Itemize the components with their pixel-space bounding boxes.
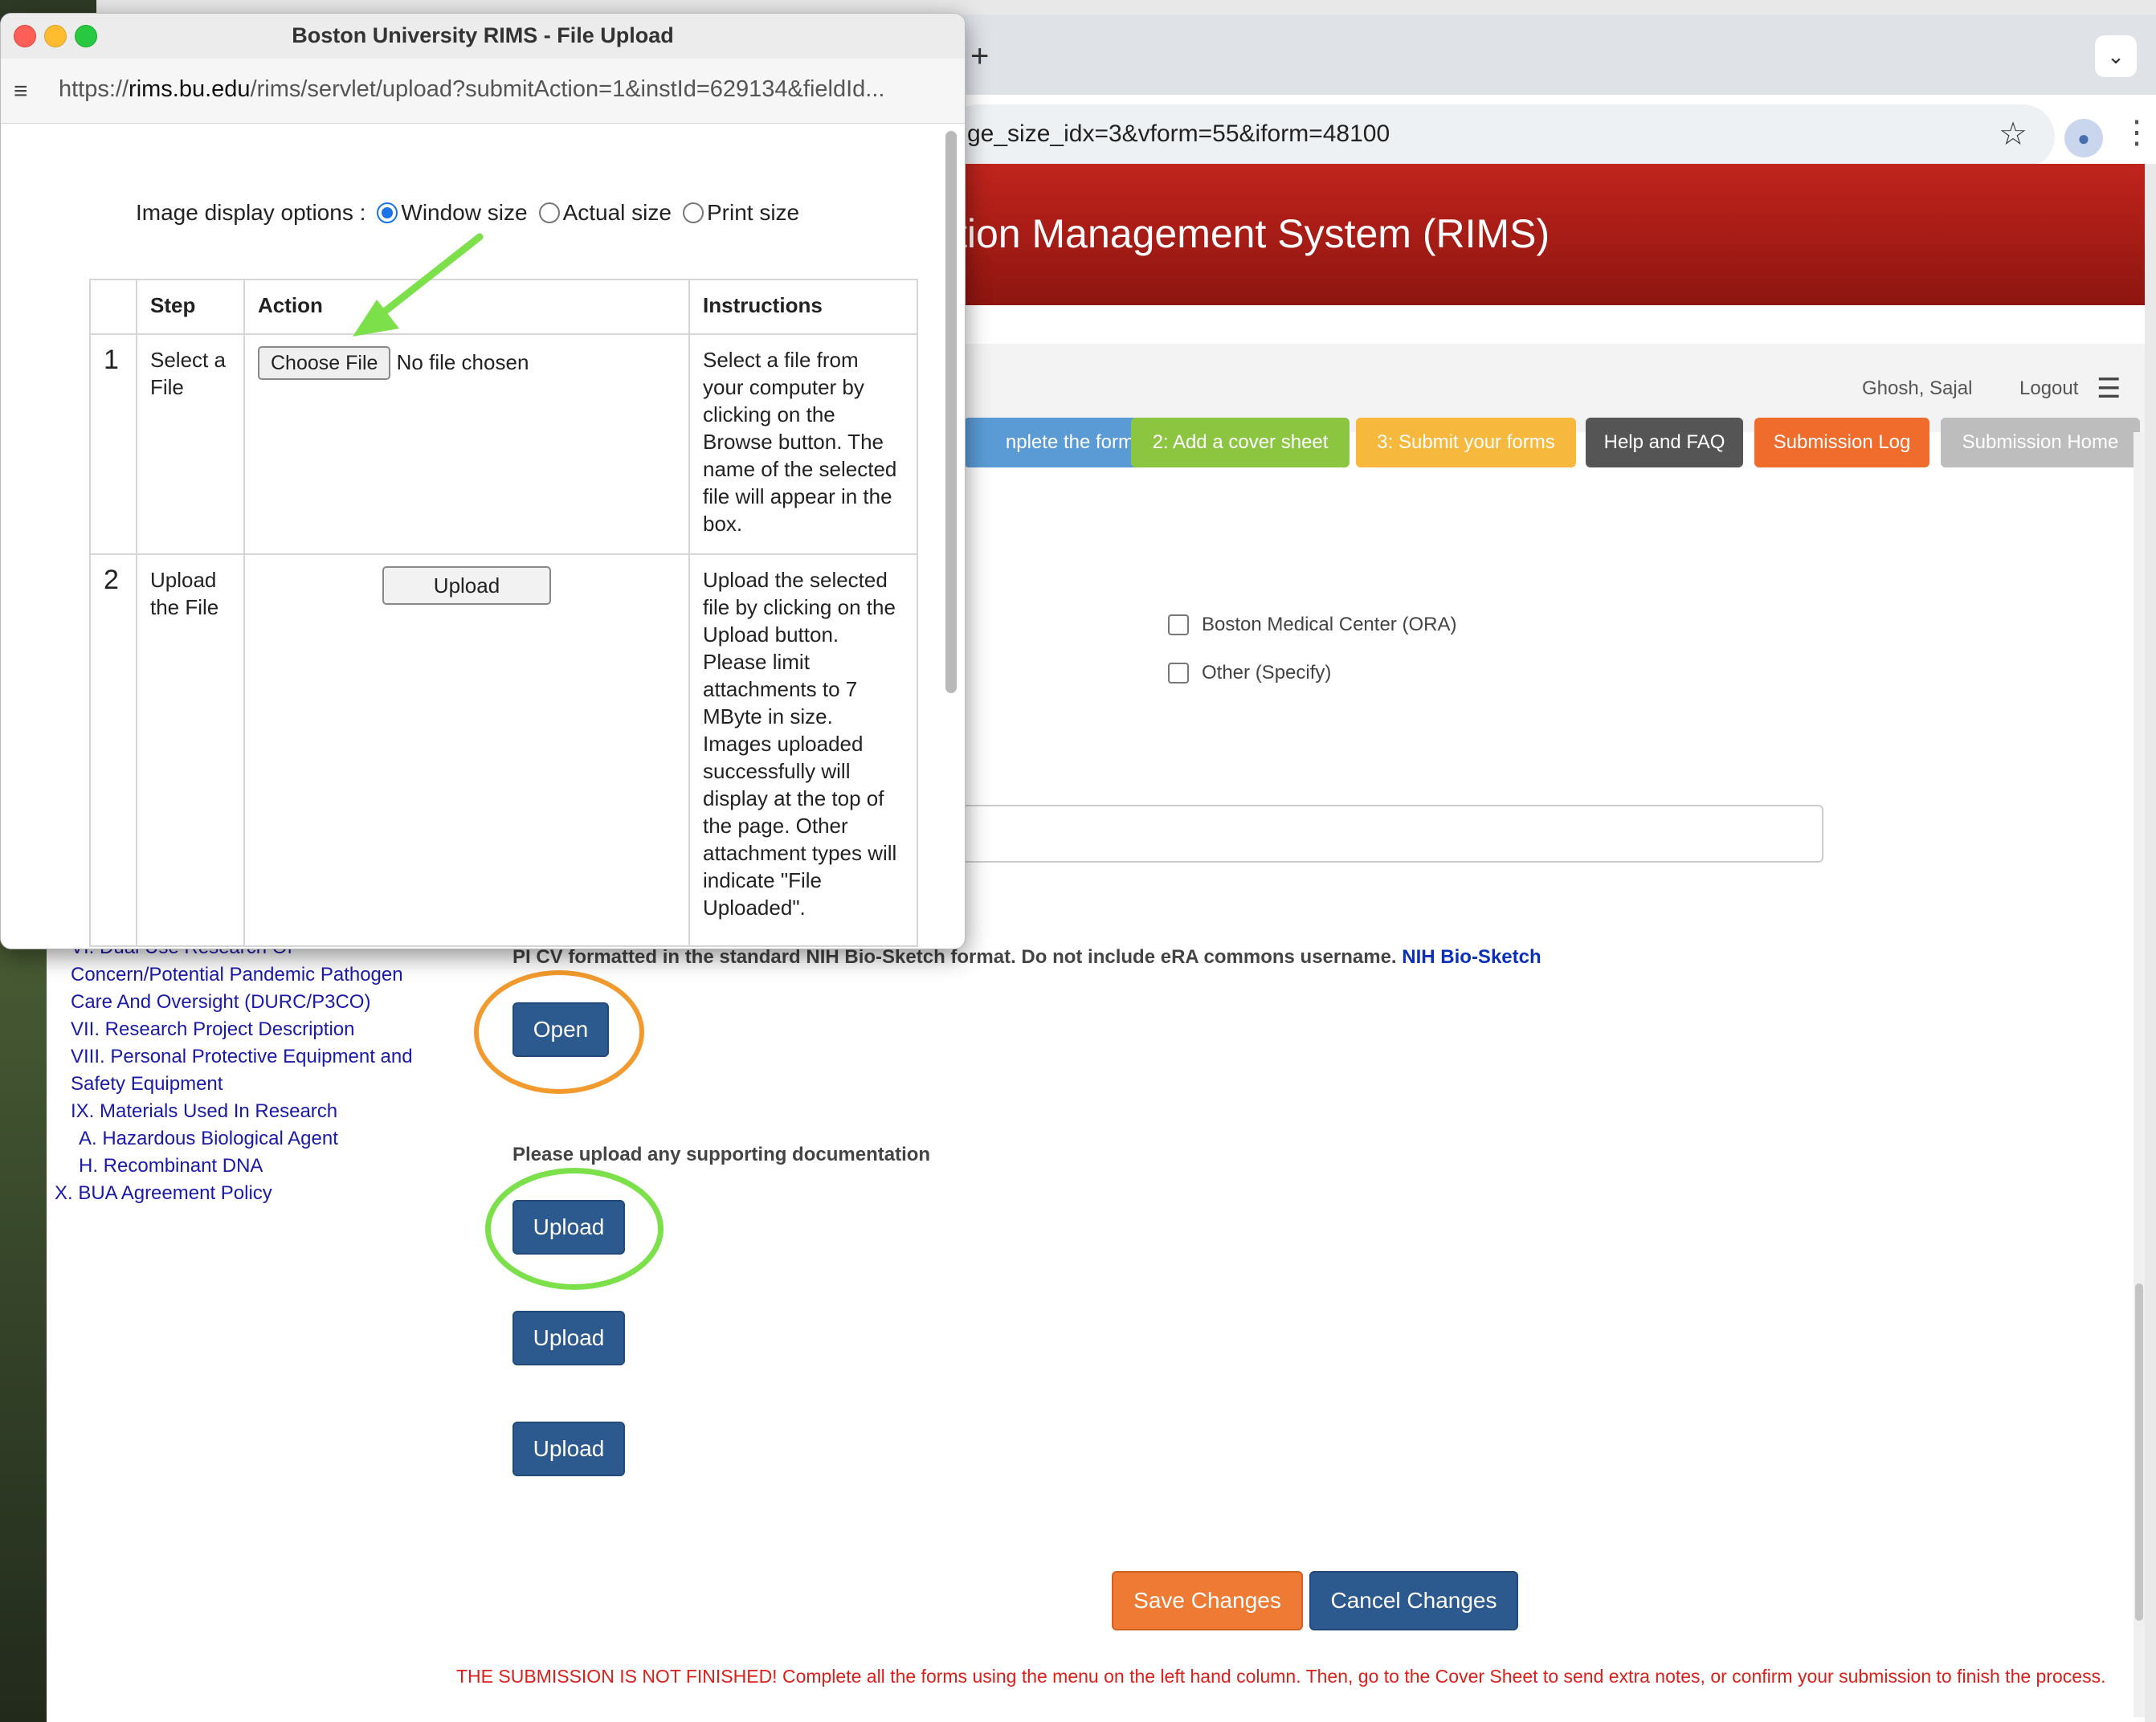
address-bar[interactable]: ge_size_idx=3&vform=55&iform=48100 ☆ (946, 104, 2055, 169)
cv-label: PI CV formatted in the standard NIH Bio-… (512, 946, 1541, 969)
checkbox-label: Other (Specify) (1202, 662, 1332, 683)
background-window-edge (2145, 164, 2156, 1722)
save-changes-button[interactable]: Save Changes (1112, 1571, 1303, 1630)
nav-button-3[interactable]: Help and FAQ (1586, 418, 1743, 467)
sidebar-link-research-project[interactable]: VII. Research Project Description (71, 1018, 354, 1041)
sidebar-link-ppe-2[interactable]: Safety Equipment (71, 1073, 223, 1096)
chevron-down-icon: ⌄ (2107, 43, 2125, 68)
new-tab-button[interactable]: + (970, 39, 989, 75)
sidebar-link-bua-agreement[interactable]: X. BUA Agreement Policy (55, 1182, 272, 1205)
browser-menu-icon[interactable]: ⋮ (2121, 114, 2153, 151)
upload-button-3[interactable]: Upload (512, 1422, 625, 1476)
bookmark-star-icon[interactable]: ☆ (1999, 116, 2027, 153)
sidebar-link-dual-use-3[interactable]: Care And Oversight (DURC/P3CO) (71, 991, 370, 1014)
nav-button-5[interactable]: Submission Home (1941, 418, 2140, 467)
nav-button-2[interactable]: 3: Submit your forms (1356, 418, 1576, 467)
nih-biosketch-link[interactable]: NIH Bio-Sketch (1402, 946, 1541, 968)
cancel-changes-button[interactable]: Cancel Changes (1309, 1571, 1518, 1630)
page-scrollbar-thumb[interactable] (2135, 1283, 2143, 1621)
address-bar-url: ge_size_idx=3&vform=55&iform=48100 (967, 120, 1390, 147)
sidebar-link-ppe[interactable]: VIII. Personal Protective Equipment and (71, 1046, 413, 1068)
file-upload-popup: Boston University RIMS - File Upload ≡ h… (0, 13, 966, 949)
nav-button-1[interactable]: 2: Add a cover sheet (1131, 418, 1350, 467)
checkbox-label: Boston Medical Center (ORA) (1202, 614, 1457, 635)
nav-button-4[interactable]: Submission Log (1754, 418, 1929, 467)
sidebar-link-dual-use-2[interactable]: Concern/Potential Pandemic Pathogen (71, 964, 403, 986)
submission-warning: THE SUBMISSION IS NOT FINISHED! Complete… (456, 1666, 2106, 1687)
open-button[interactable]: Open (512, 1002, 609, 1057)
checkbox-box[interactable] (1168, 663, 1189, 683)
tab-search-button[interactable]: ⌄ (2095, 35, 2137, 77)
sidebar-link-hazardous-agent[interactable]: A. Hazardous Biological Agent (79, 1128, 338, 1150)
cv-label-text: PI CV formatted in the standard NIH Bio-… (512, 946, 1397, 968)
hamburger-menu-icon[interactable]: ☰ (2097, 373, 2121, 405)
upload-button-2[interactable]: Upload (512, 1311, 625, 1365)
logout-link[interactable]: Logout (2019, 377, 2078, 400)
user-name: Ghosh, Sajal (1862, 377, 1973, 399)
sidebar-link-recombinant-dna[interactable]: H. Recombinant DNA (79, 1155, 263, 1177)
checkbox-box[interactable] (1168, 614, 1189, 635)
specify-text-input[interactable] (962, 805, 1823, 863)
sidebar-link-materials[interactable]: IX. Materials Used In Research (71, 1100, 337, 1123)
checkbox-boston-medical-center[interactable]: Boston Medical Center (ORA) (1168, 614, 1456, 636)
banner-title: tion Management System (RIMS) (956, 211, 1550, 256)
checkbox-other-specify[interactable]: Other (Specify) (1168, 662, 1331, 684)
profile-icon[interactable]: ● (2064, 119, 2103, 157)
green-annotation-arrow-icon (353, 233, 484, 337)
upload-button-1[interactable]: Upload (512, 1200, 625, 1255)
supporting-docs-label: Please upload any supporting documentati… (512, 1144, 931, 1165)
